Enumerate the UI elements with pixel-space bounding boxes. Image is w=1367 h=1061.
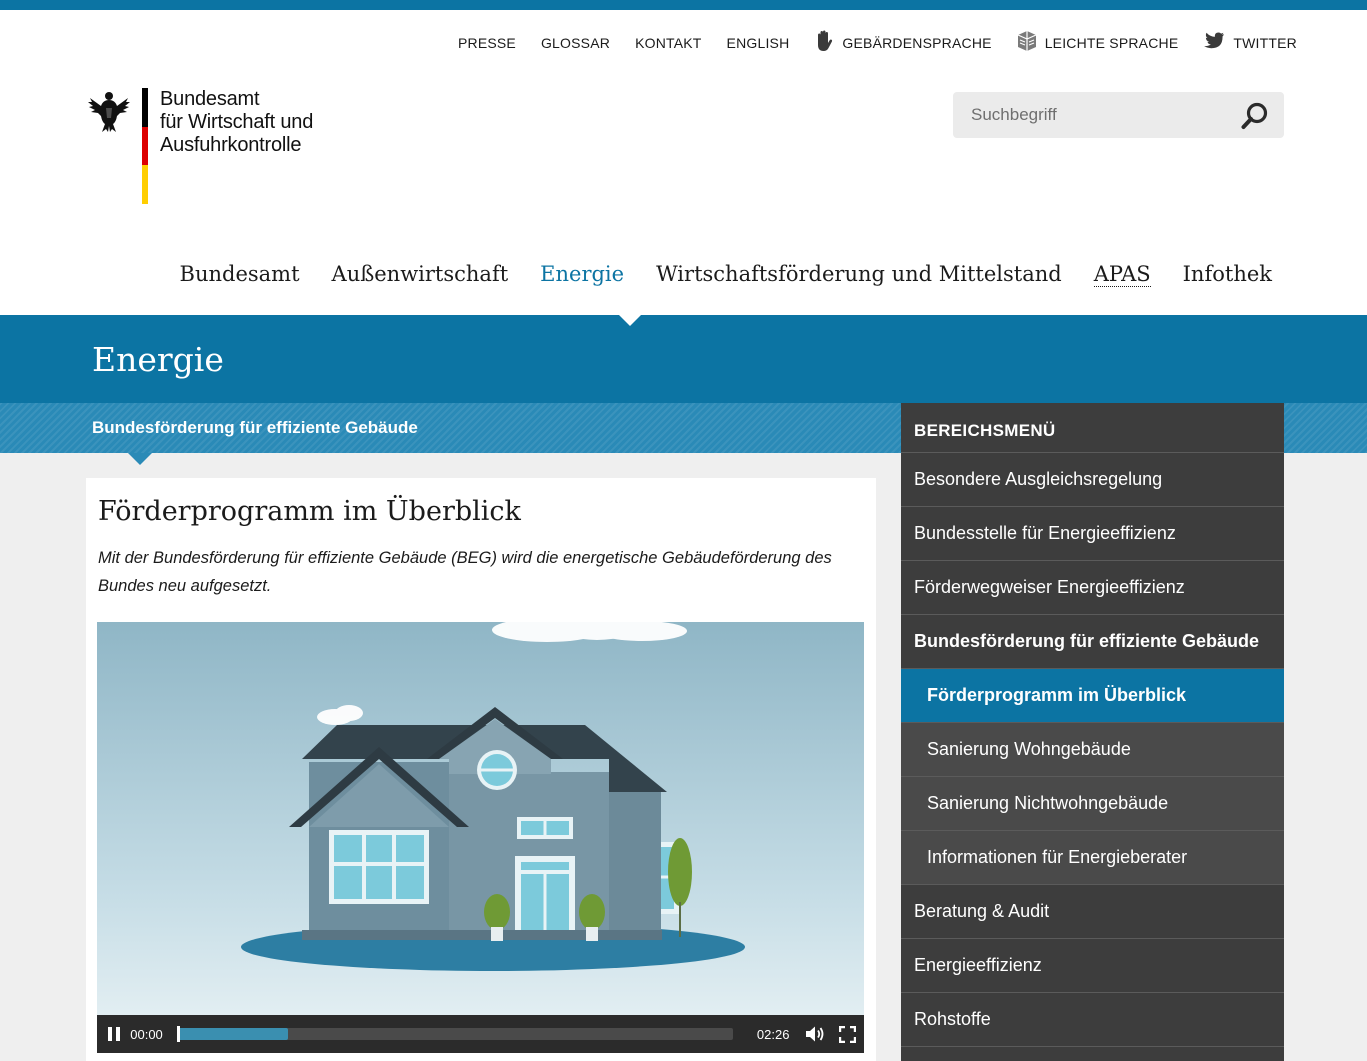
nav-aussenwirtschaft[interactable]: Außenwirtschaft (332, 262, 509, 287)
service-link-leichte-sprache[interactable]: LEICHTE SPRACHE (1017, 30, 1179, 55)
progress-handle[interactable] (177, 1026, 181, 1042)
top-accent-stripe (0, 0, 1367, 10)
video-frame-house-illustration (97, 622, 864, 1015)
menu-item-rohstoffe[interactable]: Rohstoffe (901, 993, 1284, 1047)
article-teaser: Mit der Bundesförderung für effiziente G… (98, 549, 832, 595)
nav-bundesamt[interactable]: Bundesamt (180, 262, 300, 287)
menu-item-besondere-ausgleichsregelung[interactable]: Besondere Ausgleichsregelung (901, 453, 1284, 507)
service-link-twitter[interactable]: TWITTER (1203, 32, 1297, 53)
logo-text: Bundesamt für Wirtschaft und Ausfuhrkont… (160, 88, 314, 156)
service-link-gebaerdensprache[interactable]: GEBÄRDENSPRACHE (814, 30, 991, 55)
menu-item-beg[interactable]: Bundesförderung für effiziente Gebäude (901, 615, 1284, 669)
video-controls: 00:00 02:26 (97, 1015, 864, 1053)
menu-item-bundesstelle-energieeffizienz[interactable]: Bundesstelle für Energieeffizienz (901, 507, 1284, 561)
easy-language-icon (1017, 30, 1037, 55)
section-menu-list: Besondere Ausgleichsregelung Bundesstell… (901, 453, 1284, 1047)
active-nav-caret (619, 315, 641, 326)
nav-infothek[interactable]: Infothek (1183, 262, 1272, 287)
menu-item-beratung-audit[interactable]: Beratung & Audit (901, 885, 1284, 939)
nav-wirtschaftsfoerderung[interactable]: Wirtschaftsförderung und Mittelstand (656, 262, 1062, 287)
twitter-icon (1203, 32, 1225, 53)
current-time: 00:00 (130, 1026, 163, 1042)
menu-item-sanierung-wohngebaeude[interactable]: Sanierung Wohngebäude (901, 723, 1284, 777)
menu-item-sanierung-nichtwohngebaeude[interactable]: Sanierung Nichtwohngebäude (901, 777, 1284, 831)
menu-item-energieeffizienz[interactable]: Energieeffizienz (901, 939, 1284, 993)
menu-item-energieberater[interactable]: Informationen für Energieberater (901, 831, 1284, 885)
menu-item-foerderprogramm-ueberblick[interactable]: Förderprogramm im Überblick (901, 669, 1284, 723)
duration-time: 02:26 (756, 1026, 790, 1042)
service-link-english[interactable]: ENGLISH (727, 35, 790, 51)
hand-icon (814, 30, 834, 55)
main-navigation: Bundesamt Außenwirtschaft Energie Wirtsc… (0, 262, 1367, 287)
federal-eagle-icon (86, 88, 132, 134)
nav-energie[interactable]: Energie (540, 262, 624, 287)
service-link-glossar[interactable]: GLOSSAR (541, 35, 610, 51)
service-link-kontakt[interactable]: KONTAKT (635, 35, 701, 51)
search-icon[interactable] (1240, 101, 1270, 131)
site-logo[interactable]: Bundesamt für Wirtschaft und Ausfuhrkont… (86, 88, 314, 205)
subsection-title: Bundesförderung für effiziente Gebäude (92, 418, 418, 437)
search-input[interactable] (971, 105, 1231, 125)
video-progress-bar[interactable] (177, 1026, 733, 1042)
subsection-caret (128, 453, 152, 465)
site-header: PRESSE GLOSSAR KONTAKT ENGLISH GEBÄRDENS… (0, 10, 1367, 315)
page-title: Förderprogramm im Überblick (98, 496, 521, 527)
service-navigation: PRESSE GLOSSAR KONTAKT ENGLISH GEBÄRDENS… (433, 30, 1297, 55)
video-player[interactable]: 00:00 02:26 (97, 622, 864, 1053)
nav-apas[interactable]: APAS (1093, 262, 1151, 287)
flag-bar (142, 88, 148, 205)
buffered-indicator (177, 1028, 289, 1040)
service-link-presse[interactable]: PRESSE (458, 35, 516, 51)
main-content: Förderprogramm im Überblick Mit der Bund… (86, 478, 876, 1061)
fullscreen-icon[interactable] (831, 1015, 864, 1053)
volume-icon[interactable] (799, 1015, 830, 1053)
search-box (953, 92, 1284, 138)
section-title: Energie (92, 340, 224, 379)
section-menu-heading: BEREICHSMENÜ (901, 403, 1284, 453)
menu-item-foerderwegweiser[interactable]: Förderwegweiser Energieeffizienz (901, 561, 1284, 615)
section-menu: BEREICHSMENÜ Besondere Ausgleichsregelun… (901, 403, 1284, 1061)
pause-icon[interactable] (97, 1015, 130, 1053)
